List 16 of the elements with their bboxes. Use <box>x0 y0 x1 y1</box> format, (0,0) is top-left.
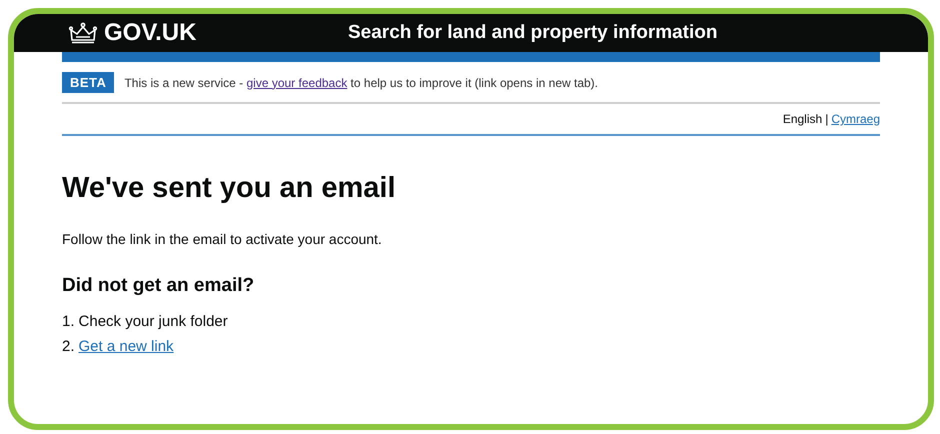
body-text: Follow the link in the email to activate your account. <box>62 231 383 247</box>
site-logo[interactable]: GOV.UK <box>104 19 196 47</box>
language-current: English <box>782 112 822 126</box>
language-link[interactable]: Cymraeg <box>831 112 880 126</box>
beta-message: This is a new service - give your feedback to help us to improve it (link opens in new tab). <box>124 76 598 90</box>
step-number: 2. <box>62 338 75 355</box>
step-text: Check your junk folder <box>78 313 228 330</box>
feedback-link[interactable]: give your feedback <box>246 76 348 90</box>
service-name[interactable]: Search for land and property information <box>348 22 718 44</box>
step-number: 1. <box>62 313 75 330</box>
language-separator: | <box>825 112 828 126</box>
section-heading: Did not get an email? <box>62 275 256 297</box>
phase-tag: BETA <box>62 72 114 93</box>
new-link-link[interactable]: Get a new link <box>78 338 174 355</box>
page-heading: We've sent you an email <box>62 172 397 205</box>
crown-icon <box>68 22 98 44</box>
